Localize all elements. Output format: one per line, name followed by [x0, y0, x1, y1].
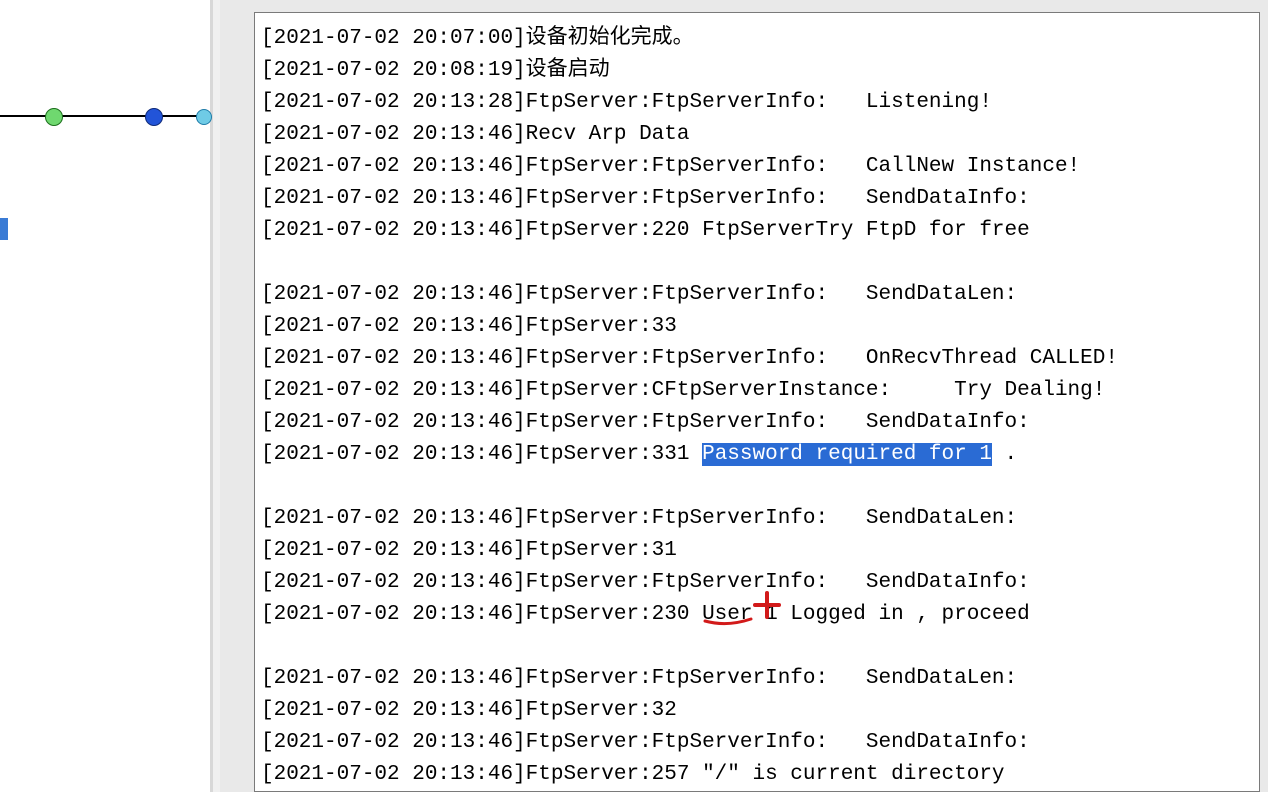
log-line[interactable]: [2021-07-02 20:13:46]FtpServer:FtpServer…: [261, 567, 1253, 599]
side-handle[interactable]: [0, 218, 8, 240]
log-message: FtpServer:FtpServerInfo: SendDataInfo:: [526, 731, 1030, 754]
log-line[interactable]: [2021-07-02 20:13:46]FtpServer:230 User …: [261, 599, 1253, 631]
log-timestamp: [2021-07-02 20:13:46]: [261, 283, 526, 306]
log-message: FtpServer:230 User 1 Logged in , proceed: [526, 603, 1030, 626]
log-line[interactable]: [2021-07-02 20:13:46]Recv Arp Data: [261, 119, 1253, 151]
log-line[interactable]: [2021-07-02 20:13:46]FtpServer:FtpServer…: [261, 151, 1253, 183]
log-timestamp: [2021-07-02 20:13:28]: [261, 91, 526, 114]
log-timestamp: [2021-07-02 20:13:46]: [261, 123, 526, 146]
log-message: FtpServer:32: [526, 699, 677, 722]
log-blank-line: [261, 247, 1253, 279]
log-timestamp: [2021-07-02 20:13:46]: [261, 411, 526, 434]
log-timestamp: [2021-07-02 20:13:46]: [261, 347, 526, 370]
topology-wire: [0, 115, 210, 117]
log-message: FtpServer:33: [526, 315, 677, 338]
log-message: Recv Arp Data: [526, 123, 690, 146]
topology-node-green[interactable]: [45, 108, 63, 126]
log-message: FtpServer:FtpServerInfo: SendDataInfo:: [526, 187, 1030, 210]
log-blank-line: [261, 471, 1253, 503]
log-message: FtpServer:257 "/" is current directory: [526, 763, 1005, 786]
log-message: FtpServer:FtpServerInfo: SendDataInfo:: [526, 411, 1030, 434]
log-line[interactable]: [2021-07-02 20:13:46]FtpServer:FtpServer…: [261, 279, 1253, 311]
log-timestamp: [2021-07-02 20:13:46]: [261, 155, 526, 178]
log-line[interactable]: [2021-07-02 20:08:19]设备启动: [261, 55, 1253, 87]
log-timestamp: [2021-07-02 20:13:46]: [261, 187, 526, 210]
log-line[interactable]: [2021-07-02 20:13:46]FtpServer:220 FtpSe…: [261, 215, 1253, 247]
diagram-pane: [0, 0, 213, 792]
log-timestamp: [2021-07-02 20:13:46]: [261, 731, 526, 754]
log-timestamp: [2021-07-02 20:13:46]: [261, 699, 526, 722]
log-line[interactable]: [2021-07-02 20:13:46]FtpServer:FtpServer…: [261, 503, 1253, 535]
log-timestamp: [2021-07-02 20:13:46]: [261, 539, 526, 562]
topology-node-blue[interactable]: [145, 108, 163, 126]
log-line[interactable]: [2021-07-02 20:13:46]FtpServer:257 "/" i…: [261, 759, 1253, 791]
topology-node-cyan[interactable]: [196, 109, 212, 125]
log-message: FtpServer:FtpServerInfo: SendDataInfo:: [526, 571, 1030, 594]
log-timestamp: [2021-07-02 20:13:46]: [261, 763, 526, 786]
log-line[interactable]: [2021-07-02 20:13:46]FtpServer:331 Passw…: [261, 439, 1253, 471]
log-message: FtpServer:FtpServerInfo: SendDataLen:: [526, 667, 1017, 690]
log-message: FtpServer:FtpServerInfo: Listening!: [526, 91, 992, 114]
log-line[interactable]: [2021-07-02 20:13:46]FtpServer:FtpServer…: [261, 663, 1253, 695]
log-message: FtpServer:FtpServerInfo: OnRecvThread CA…: [526, 347, 1118, 370]
log-line[interactable]: [2021-07-02 20:13:28]FtpServer:FtpServer…: [261, 87, 1253, 119]
log-line[interactable]: [2021-07-02 20:13:46]FtpServer:CFtpServe…: [261, 375, 1253, 407]
selected-text[interactable]: Password required for 1: [702, 443, 992, 466]
log-message: .: [992, 443, 1017, 466]
log-line[interactable]: [2021-07-02 20:13:46]FtpServer:31: [261, 535, 1253, 567]
log-message: FtpServer:220 FtpServerTry FtpD for free: [526, 219, 1030, 242]
log-line[interactable]: [2021-07-02 20:13:46]FtpServer:FtpServer…: [261, 407, 1253, 439]
log-line[interactable]: [2021-07-02 20:13:46]FtpServer:33: [261, 311, 1253, 343]
log-timestamp: [2021-07-02 20:13:46]: [261, 603, 526, 626]
log-message: FtpServer:FtpServerInfo: SendDataLen:: [526, 283, 1017, 306]
log-message: 设备初始化完成。: [526, 27, 694, 50]
log-line[interactable]: [2021-07-02 20:13:46]FtpServer:FtpServer…: [261, 727, 1253, 759]
log-timestamp: [2021-07-02 20:13:46]: [261, 571, 526, 594]
log-line[interactable]: [2021-07-02 20:13:46]FtpServer:FtpServer…: [261, 183, 1253, 215]
log-message: FtpServer:FtpServerInfo: SendDataLen:: [526, 507, 1017, 530]
log-message: FtpServer:331: [526, 443, 702, 466]
log-message: FtpServer:31: [526, 539, 677, 562]
topology-line: [0, 108, 210, 124]
log-timestamp: [2021-07-02 20:13:46]: [261, 667, 526, 690]
log-timestamp: [2021-07-02 20:13:46]: [261, 507, 526, 530]
log-timestamp: [2021-07-02 20:13:46]: [261, 315, 526, 338]
log-line[interactable]: [2021-07-02 20:13:46]FtpServer:FtpServer…: [261, 343, 1253, 375]
log-message: FtpServer:CFtpServerInstance: Try Dealin…: [526, 379, 1106, 402]
log-timestamp: [2021-07-02 20:13:46]: [261, 379, 526, 402]
log-blank-line: [261, 631, 1253, 663]
log-timestamp: [2021-07-02 20:07:00]: [261, 27, 526, 50]
log-message: 设备启动: [526, 59, 610, 82]
log-output[interactable]: [2021-07-02 20:07:00]设备初始化完成。[2021-07-02…: [254, 12, 1260, 792]
log-message: FtpServer:FtpServerInfo: CallNew Instanc…: [526, 155, 1081, 178]
log-timestamp: [2021-07-02 20:13:46]: [261, 219, 526, 242]
log-line[interactable]: [2021-07-02 20:13:46]FtpServer:32: [261, 695, 1253, 727]
log-timestamp: [2021-07-02 20:13:46]: [261, 443, 526, 466]
log-timestamp: [2021-07-02 20:08:19]: [261, 59, 526, 82]
log-line[interactable]: [2021-07-02 20:07:00]设备初始化完成。: [261, 23, 1253, 55]
log-pane-wrapper: [2021-07-02 20:07:00]设备初始化完成。[2021-07-02…: [220, 0, 1268, 792]
